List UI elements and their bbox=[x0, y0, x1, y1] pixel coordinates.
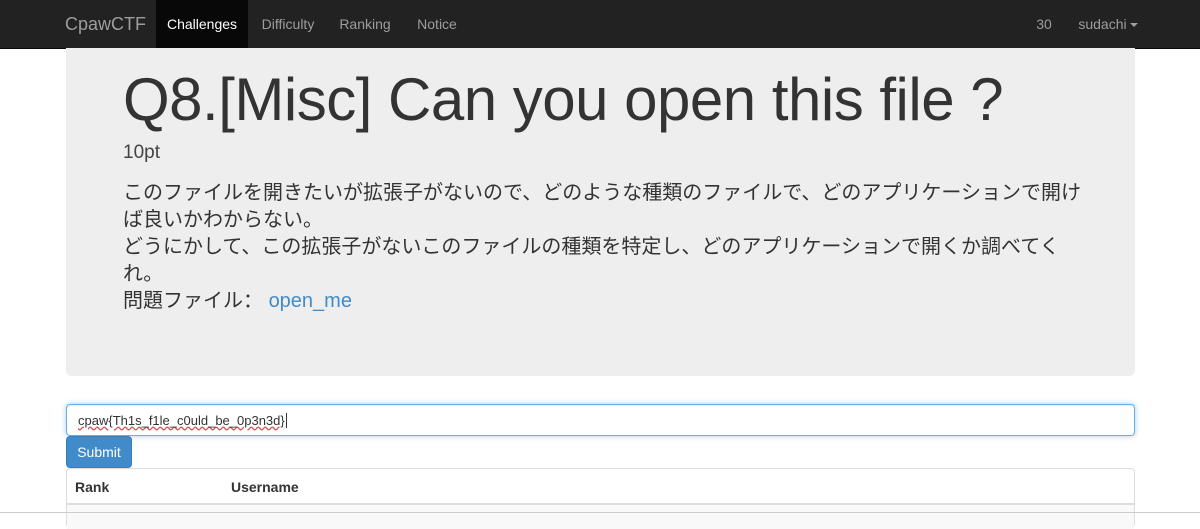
challenge-description: このファイルを開きたいが拡張子がないので、どのような種類のファイルで、どのアプリ… bbox=[123, 180, 1083, 315]
column-header-username: Username bbox=[231, 479, 299, 495]
flag-input[interactable]: cpaw{Th1s_f1le_c0uld_be_0p3n3d} bbox=[66, 404, 1135, 436]
file-line: 問題ファイル： open_me bbox=[123, 288, 1083, 315]
challenge-points: 10pt bbox=[123, 142, 160, 163]
column-header-rank: Rank bbox=[75, 479, 110, 495]
nav-ranking[interactable]: Ranking bbox=[330, 0, 400, 48]
table-row bbox=[67, 505, 1134, 529]
user-menu[interactable]: sudachi bbox=[1072, 0, 1144, 48]
nav-challenges[interactable]: Challenges bbox=[156, 0, 248, 48]
submit-button[interactable]: Submit bbox=[66, 436, 132, 468]
challenge-panel: Q8.[Misc] Can you open this file ? 10pt … bbox=[66, 48, 1135, 376]
user-name: sudachi bbox=[1078, 16, 1127, 32]
ranking-table: Rank Username bbox=[66, 468, 1135, 529]
caret-down-icon bbox=[1129, 23, 1138, 28]
challenge-title: Q8.[Misc] Can you open this file ? bbox=[123, 66, 1004, 133]
description-line-2: どうにかして、この拡張子がないこのファイルの種類を特定し、どのアプリケーションで… bbox=[123, 236, 1060, 285]
brand-link[interactable]: CpawCTF bbox=[65, 0, 146, 48]
text-cursor bbox=[285, 412, 287, 428]
flag-input-value: cpaw{Th1s_f1le_c0uld_be_0p3n3d} bbox=[78, 412, 285, 428]
top-navbar: CpawCTF Challenges Difficulty Ranking No… bbox=[0, 0, 1200, 49]
score-display: 30 bbox=[1036, 16, 1052, 32]
description-line-1: このファイルを開きたいが拡張子がないので、どのような種類のファイルで、どのアプリ… bbox=[123, 182, 1081, 231]
file-label: 問題ファイル： bbox=[123, 290, 263, 312]
nav-difficulty[interactable]: Difficulty bbox=[250, 0, 326, 48]
page-divider bbox=[0, 512, 1200, 513]
nav-notice[interactable]: Notice bbox=[406, 0, 468, 48]
file-download-link[interactable]: open_me bbox=[269, 290, 352, 312]
